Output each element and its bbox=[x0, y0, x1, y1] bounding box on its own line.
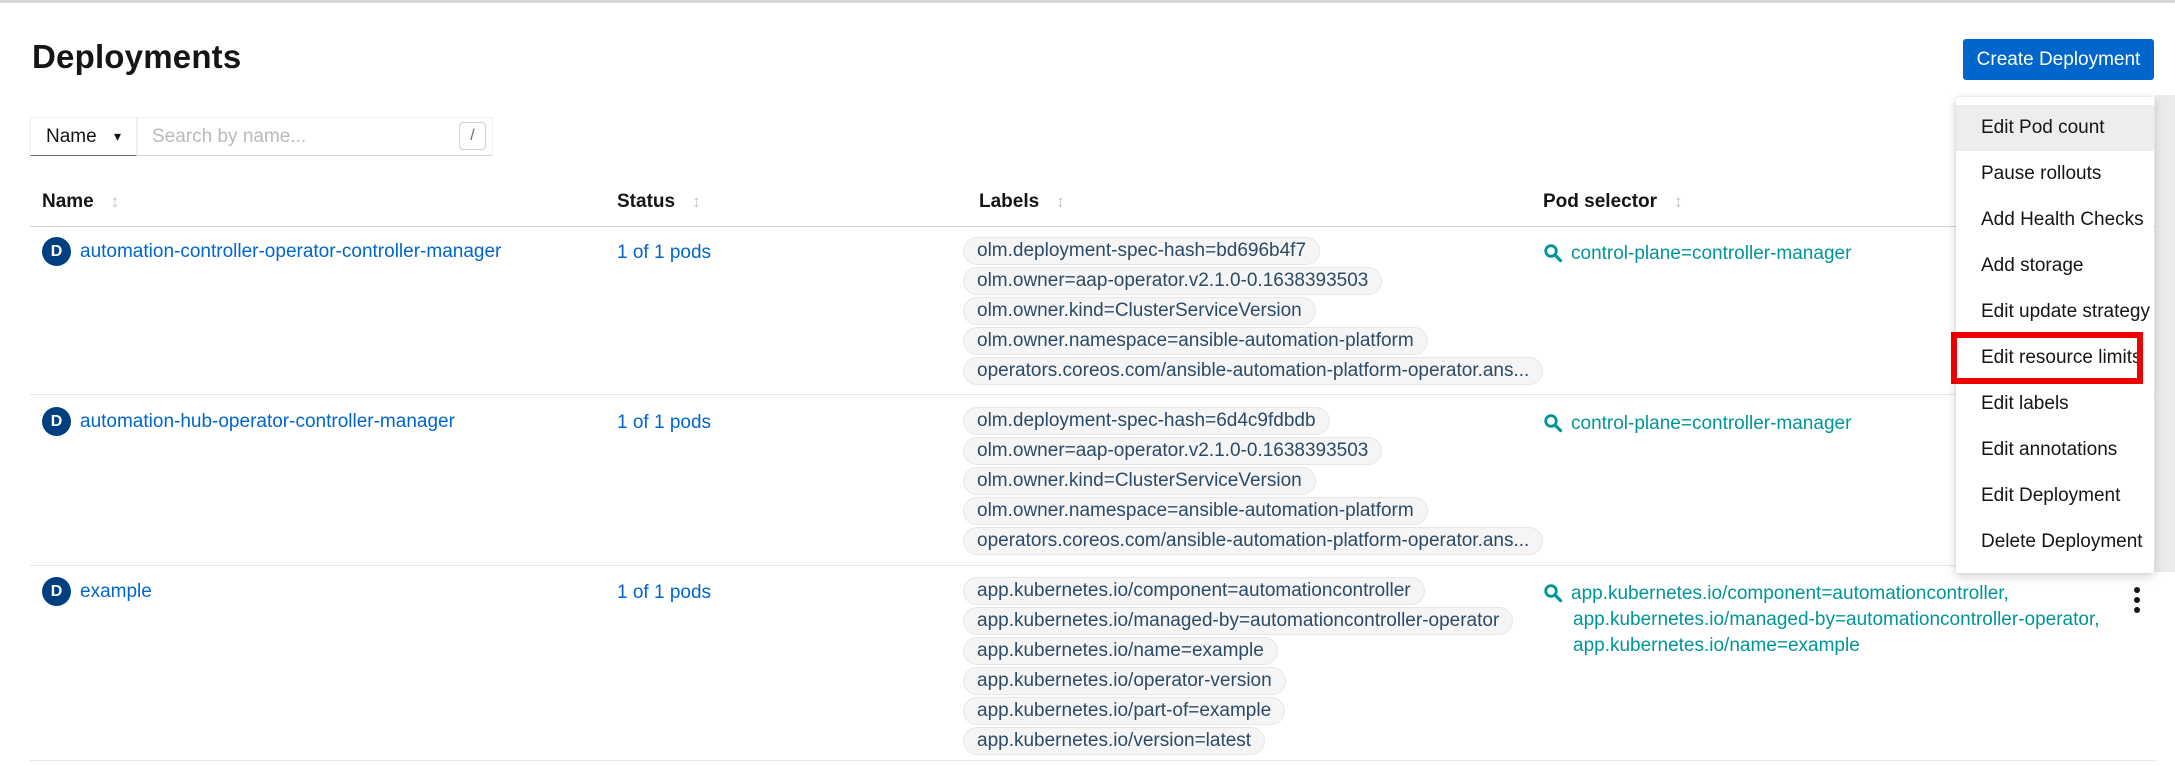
menu-item-pause-rollouts[interactable]: Pause rollouts bbox=[1956, 151, 2154, 197]
search-icon bbox=[1543, 243, 1563, 263]
deployment-name-cell: D example bbox=[42, 577, 152, 606]
pod-selector-text: app.kubernetes.io/name=example bbox=[1573, 633, 2100, 659]
deployment-resource-icon: D bbox=[42, 407, 71, 436]
label-pill: olm.owner.namespace=ansible-automation-p… bbox=[963, 327, 1428, 355]
menu-item-edit-annotations[interactable]: Edit annotations bbox=[1956, 427, 2154, 473]
status-cell: 1 of 1 pods bbox=[617, 412, 711, 434]
pod-selector-text: control-plane=controller-manager bbox=[1571, 241, 1851, 267]
label-pill: olm.owner=aap-operator.v2.1.0-0.16383935… bbox=[963, 437, 1382, 465]
label-pill: app.kubernetes.io/component=automationco… bbox=[963, 577, 1425, 605]
menu-item-edit-pod-count[interactable]: Edit Pod count bbox=[1956, 105, 2154, 151]
status-cell: 1 of 1 pods bbox=[617, 582, 711, 604]
label-pill: olm.deployment-spec-hash=6d4c9fdbdb bbox=[963, 407, 1330, 435]
deployments-page: Deployments Create Deployment Name ▾ / N… bbox=[0, 0, 2175, 765]
labels-cell: olm.deployment-spec-hash=6d4c9fdbdb olm.… bbox=[963, 407, 1543, 557]
menu-item-add-storage[interactable]: Add storage bbox=[1956, 243, 2154, 289]
deployment-name-cell: D automation-hub-operator-controller-man… bbox=[42, 407, 455, 436]
search-field-wrap: / bbox=[137, 117, 493, 156]
pods-status-link[interactable]: 1 of 1 pods bbox=[617, 582, 711, 603]
row-divider bbox=[30, 565, 2155, 566]
deployment-name-link[interactable]: automation-controller-operator-controlle… bbox=[80, 241, 501, 263]
page-title: Deployments bbox=[32, 38, 241, 76]
search-icon bbox=[1543, 583, 1563, 603]
status-cell: 1 of 1 pods bbox=[617, 242, 711, 264]
sort-arrows-icon: ↕ bbox=[1056, 192, 1065, 211]
row-divider bbox=[30, 394, 2155, 395]
label-pill: olm.owner.namespace=ansible-automation-p… bbox=[963, 497, 1428, 525]
table-header-divider bbox=[30, 226, 2155, 227]
label-pill: olm.owner.kind=ClusterServiceVersion bbox=[963, 467, 1316, 495]
chevron-down-icon: ▾ bbox=[114, 128, 121, 145]
label-pill: app.kubernetes.io/version=latest bbox=[963, 727, 1265, 755]
pod-selector-link[interactable]: control-plane=controller-manager bbox=[1543, 241, 1851, 267]
table-row: D automation-controller-operator-control… bbox=[30, 237, 2155, 393]
table-header-row: Name↕ Status↕ Labels↕ Pod selector↕ bbox=[30, 191, 2155, 217]
scrollbar-strip bbox=[2155, 95, 2175, 572]
label-pill: app.kubernetes.io/part-of=example bbox=[963, 697, 1285, 725]
slash-shortcut-badge: / bbox=[459, 122, 486, 150]
sort-arrows-icon: ↕ bbox=[1674, 192, 1683, 211]
sort-arrows-icon: ↕ bbox=[111, 192, 120, 211]
label-pill: operators.coreos.com/ansible-automation-… bbox=[963, 357, 1543, 385]
pod-selector-text: app.kubernetes.io/managed-by=automationc… bbox=[1573, 607, 2100, 633]
pod-selector-link[interactable]: control-plane=controller-manager bbox=[1543, 411, 1851, 437]
column-header-name[interactable]: Name↕ bbox=[42, 191, 119, 213]
label-pill: olm.owner=aap-operator.v2.1.0-0.16383935… bbox=[963, 267, 1382, 295]
pods-status-link[interactable]: 1 of 1 pods bbox=[617, 412, 711, 433]
filter-toolbar: Name ▾ / bbox=[30, 117, 493, 156]
kebab-icon[interactable] bbox=[2122, 580, 2152, 620]
pod-selector-text: app.kubernetes.io/component=automationco… bbox=[1571, 581, 2009, 607]
label-pill: app.kubernetes.io/operator-version bbox=[963, 667, 1286, 695]
filter-type-label: Name bbox=[46, 126, 97, 148]
menu-item-add-health-checks[interactable]: Add Health Checks bbox=[1956, 197, 2154, 243]
labels-cell: app.kubernetes.io/component=automationco… bbox=[963, 577, 1513, 757]
deployment-actions-menu: Edit Pod count Pause rollouts Add Health… bbox=[1956, 97, 2154, 573]
menu-item-edit-resource-limits[interactable]: Edit resource limits bbox=[1956, 335, 2154, 381]
deployment-name-cell: D automation-controller-operator-control… bbox=[42, 237, 501, 266]
menu-item-edit-update-strategy[interactable]: Edit update strategy bbox=[1956, 289, 2154, 335]
label-pill: olm.owner.kind=ClusterServiceVersion bbox=[963, 297, 1316, 325]
masthead-divider bbox=[0, 0, 2175, 3]
label-pill: olm.deployment-spec-hash=bd696b4f7 bbox=[963, 237, 1320, 265]
filter-type-dropdown[interactable]: Name ▾ bbox=[30, 117, 137, 156]
column-header-labels[interactable]: Labels↕ bbox=[979, 191, 1065, 213]
sort-arrows-icon: ↕ bbox=[692, 192, 701, 211]
label-pill: app.kubernetes.io/name=example bbox=[963, 637, 1278, 665]
menu-item-edit-labels[interactable]: Edit labels bbox=[1956, 381, 2154, 427]
label-pill: operators.coreos.com/ansible-automation-… bbox=[963, 527, 1543, 555]
menu-item-delete-deployment[interactable]: Delete Deployment bbox=[1956, 519, 2154, 565]
label-pill: app.kubernetes.io/managed-by=automationc… bbox=[963, 607, 1513, 635]
pod-selector-link[interactable]: app.kubernetes.io/component=automationco… bbox=[1543, 581, 2100, 659]
deployment-resource-icon: D bbox=[42, 237, 71, 266]
table-row: D example 1 of 1 pods app.kubernetes.io/… bbox=[30, 577, 2155, 759]
row-divider bbox=[30, 760, 2155, 761]
deployment-resource-icon: D bbox=[42, 577, 71, 606]
table-row: D automation-hub-operator-controller-man… bbox=[30, 407, 2155, 563]
search-icon bbox=[1543, 413, 1563, 433]
pods-status-link[interactable]: 1 of 1 pods bbox=[617, 242, 711, 263]
column-header-pod-selector[interactable]: Pod selector↕ bbox=[1543, 191, 1683, 213]
deployment-name-link[interactable]: automation-hub-operator-controller-manag… bbox=[80, 411, 455, 433]
column-header-status[interactable]: Status↕ bbox=[617, 191, 701, 213]
create-deployment-button[interactable]: Create Deployment bbox=[1963, 39, 2154, 80]
search-input[interactable] bbox=[137, 117, 493, 156]
pod-selector-text: control-plane=controller-manager bbox=[1571, 411, 1851, 437]
menu-item-edit-deployment[interactable]: Edit Deployment bbox=[1956, 473, 2154, 519]
deployment-name-link[interactable]: example bbox=[80, 581, 152, 603]
labels-cell: olm.deployment-spec-hash=bd696b4f7 olm.o… bbox=[963, 237, 1543, 387]
